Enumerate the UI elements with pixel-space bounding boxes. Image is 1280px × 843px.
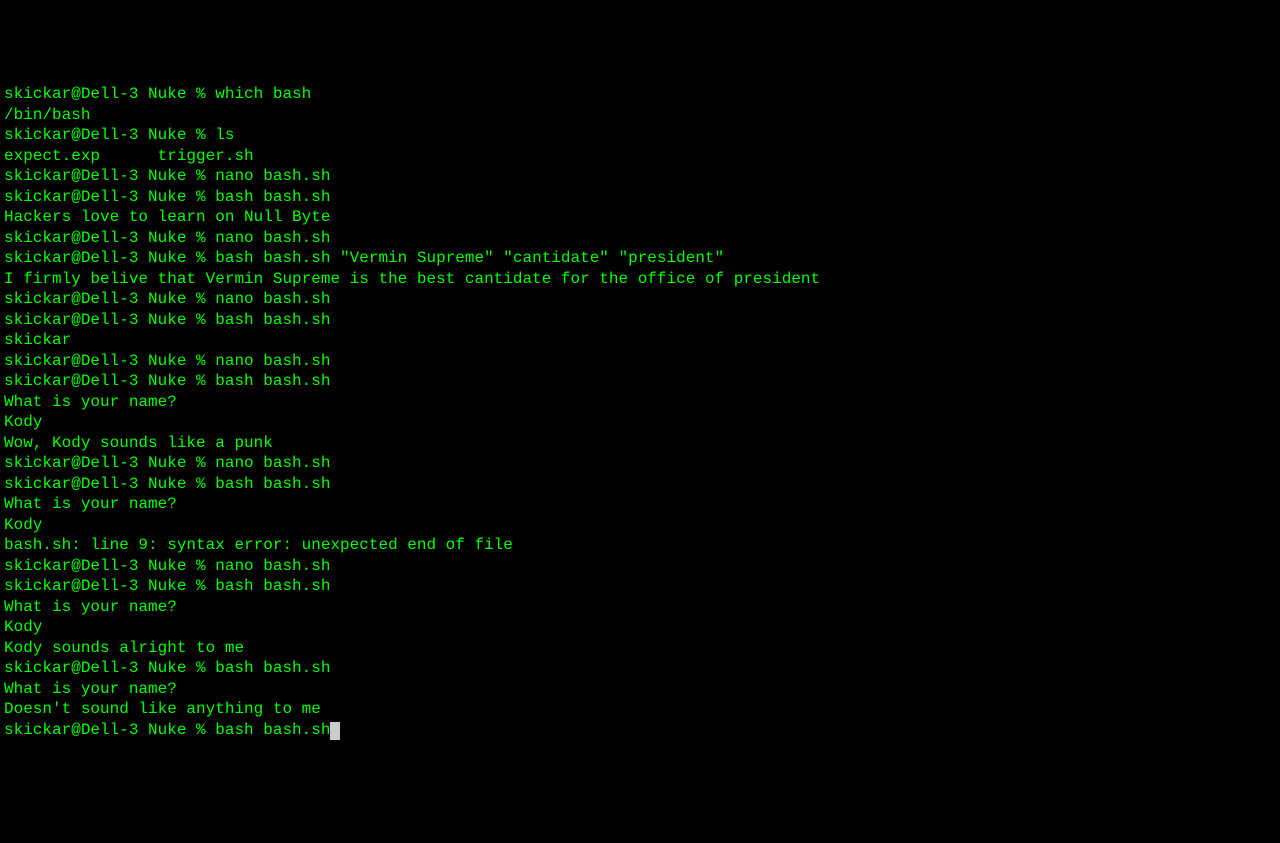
- prompt-line: skickar@Dell-3 Nuke % bash bash.sh: [4, 720, 1276, 741]
- output-line: Kody: [4, 412, 1276, 433]
- shell-prompt: skickar@Dell-3 Nuke %: [4, 311, 215, 329]
- command-text: bash bash.sh: [215, 721, 330, 739]
- shell-prompt: skickar@Dell-3 Nuke %: [4, 475, 215, 493]
- prompt-line: skickar@Dell-3 Nuke % nano bash.sh: [4, 351, 1276, 372]
- output-line: bash.sh: line 9: syntax error: unexpecte…: [4, 535, 1276, 556]
- terminal-output[interactable]: skickar@Dell-3 Nuke % which bash/bin/bas…: [4, 84, 1276, 740]
- output-text: Kody: [4, 413, 42, 431]
- shell-prompt: skickar@Dell-3 Nuke %: [4, 249, 215, 267]
- command-text: nano bash.sh: [215, 352, 330, 370]
- shell-prompt: skickar@Dell-3 Nuke %: [4, 721, 215, 739]
- prompt-line: skickar@Dell-3 Nuke % bash bash.sh: [4, 371, 1276, 392]
- output-text: skickar: [4, 331, 71, 349]
- shell-prompt: skickar@Dell-3 Nuke %: [4, 577, 215, 595]
- shell-prompt: skickar@Dell-3 Nuke %: [4, 352, 215, 370]
- output-text: Hackers love to learn on Null Byte: [4, 208, 330, 226]
- command-text: nano bash.sh: [215, 229, 330, 247]
- command-text: bash bash.sh: [215, 659, 330, 677]
- shell-prompt: skickar@Dell-3 Nuke %: [4, 557, 215, 575]
- shell-prompt: skickar@Dell-3 Nuke %: [4, 126, 215, 144]
- output-line: expect.exp trigger.sh: [4, 146, 1276, 167]
- output-line: I firmly belive that Vermin Supreme is t…: [4, 269, 1276, 290]
- prompt-line: skickar@Dell-3 Nuke % ls: [4, 125, 1276, 146]
- command-text: bash bash.sh: [215, 311, 330, 329]
- output-text: bash.sh: line 9: syntax error: unexpecte…: [4, 536, 513, 554]
- shell-prompt: skickar@Dell-3 Nuke %: [4, 167, 215, 185]
- shell-prompt: skickar@Dell-3 Nuke %: [4, 229, 215, 247]
- cursor: [330, 722, 340, 740]
- output-line: Kody: [4, 515, 1276, 536]
- shell-prompt: skickar@Dell-3 Nuke %: [4, 372, 215, 390]
- command-text: bash bash.sh: [215, 372, 330, 390]
- output-line: /bin/bash: [4, 105, 1276, 126]
- output-text: What is your name?: [4, 495, 177, 513]
- output-line: Doesn't sound like anything to me: [4, 699, 1276, 720]
- output-text: What is your name?: [4, 680, 177, 698]
- output-line: Kody: [4, 617, 1276, 638]
- output-line: What is your name?: [4, 494, 1276, 515]
- output-line: Hackers love to learn on Null Byte: [4, 207, 1276, 228]
- shell-prompt: skickar@Dell-3 Nuke %: [4, 454, 215, 472]
- output-text: I firmly belive that Vermin Supreme is t…: [4, 270, 820, 288]
- prompt-line: skickar@Dell-3 Nuke % bash bash.sh: [4, 576, 1276, 597]
- shell-prompt: skickar@Dell-3 Nuke %: [4, 290, 215, 308]
- output-text: expect.exp trigger.sh: [4, 147, 254, 165]
- command-text: which bash: [215, 85, 311, 103]
- command-text: bash bash.sh: [215, 577, 330, 595]
- prompt-line: skickar@Dell-3 Nuke % nano bash.sh: [4, 228, 1276, 249]
- output-text: What is your name?: [4, 598, 177, 616]
- command-text: bash bash.sh "Vermin Supreme" "cantidate…: [215, 249, 724, 267]
- prompt-line: skickar@Dell-3 Nuke % bash bash.sh: [4, 474, 1276, 495]
- prompt-line: skickar@Dell-3 Nuke % which bash: [4, 84, 1276, 105]
- output-text: /bin/bash: [4, 106, 90, 124]
- prompt-line: skickar@Dell-3 Nuke % nano bash.sh: [4, 556, 1276, 577]
- output-text: Wow, Kody sounds like a punk: [4, 434, 273, 452]
- shell-prompt: skickar@Dell-3 Nuke %: [4, 659, 215, 677]
- command-text: bash bash.sh: [215, 188, 330, 206]
- output-text: Kody sounds alright to me: [4, 639, 244, 657]
- output-line: Wow, Kody sounds like a punk: [4, 433, 1276, 454]
- prompt-line: skickar@Dell-3 Nuke % bash bash.sh: [4, 310, 1276, 331]
- command-text: nano bash.sh: [215, 454, 330, 472]
- prompt-line: skickar@Dell-3 Nuke % nano bash.sh: [4, 166, 1276, 187]
- prompt-line: skickar@Dell-3 Nuke % bash bash.sh: [4, 187, 1276, 208]
- prompt-line: skickar@Dell-3 Nuke % bash bash.sh "Verm…: [4, 248, 1276, 269]
- output-line: Kody sounds alright to me: [4, 638, 1276, 659]
- output-line: What is your name?: [4, 597, 1276, 618]
- command-text: ls: [215, 126, 234, 144]
- command-text: nano bash.sh: [215, 557, 330, 575]
- output-text: Doesn't sound like anything to me: [4, 700, 321, 718]
- output-text: Kody: [4, 516, 42, 534]
- prompt-line: skickar@Dell-3 Nuke % nano bash.sh: [4, 289, 1276, 310]
- output-text: Kody: [4, 618, 42, 636]
- output-line: What is your name?: [4, 679, 1276, 700]
- command-text: nano bash.sh: [215, 290, 330, 308]
- prompt-line: skickar@Dell-3 Nuke % bash bash.sh: [4, 658, 1276, 679]
- prompt-line: skickar@Dell-3 Nuke % nano bash.sh: [4, 453, 1276, 474]
- shell-prompt: skickar@Dell-3 Nuke %: [4, 188, 215, 206]
- shell-prompt: skickar@Dell-3 Nuke %: [4, 85, 215, 103]
- output-text: What is your name?: [4, 393, 177, 411]
- output-line: skickar: [4, 330, 1276, 351]
- command-text: bash bash.sh: [215, 475, 330, 493]
- output-line: What is your name?: [4, 392, 1276, 413]
- command-text: nano bash.sh: [215, 167, 330, 185]
